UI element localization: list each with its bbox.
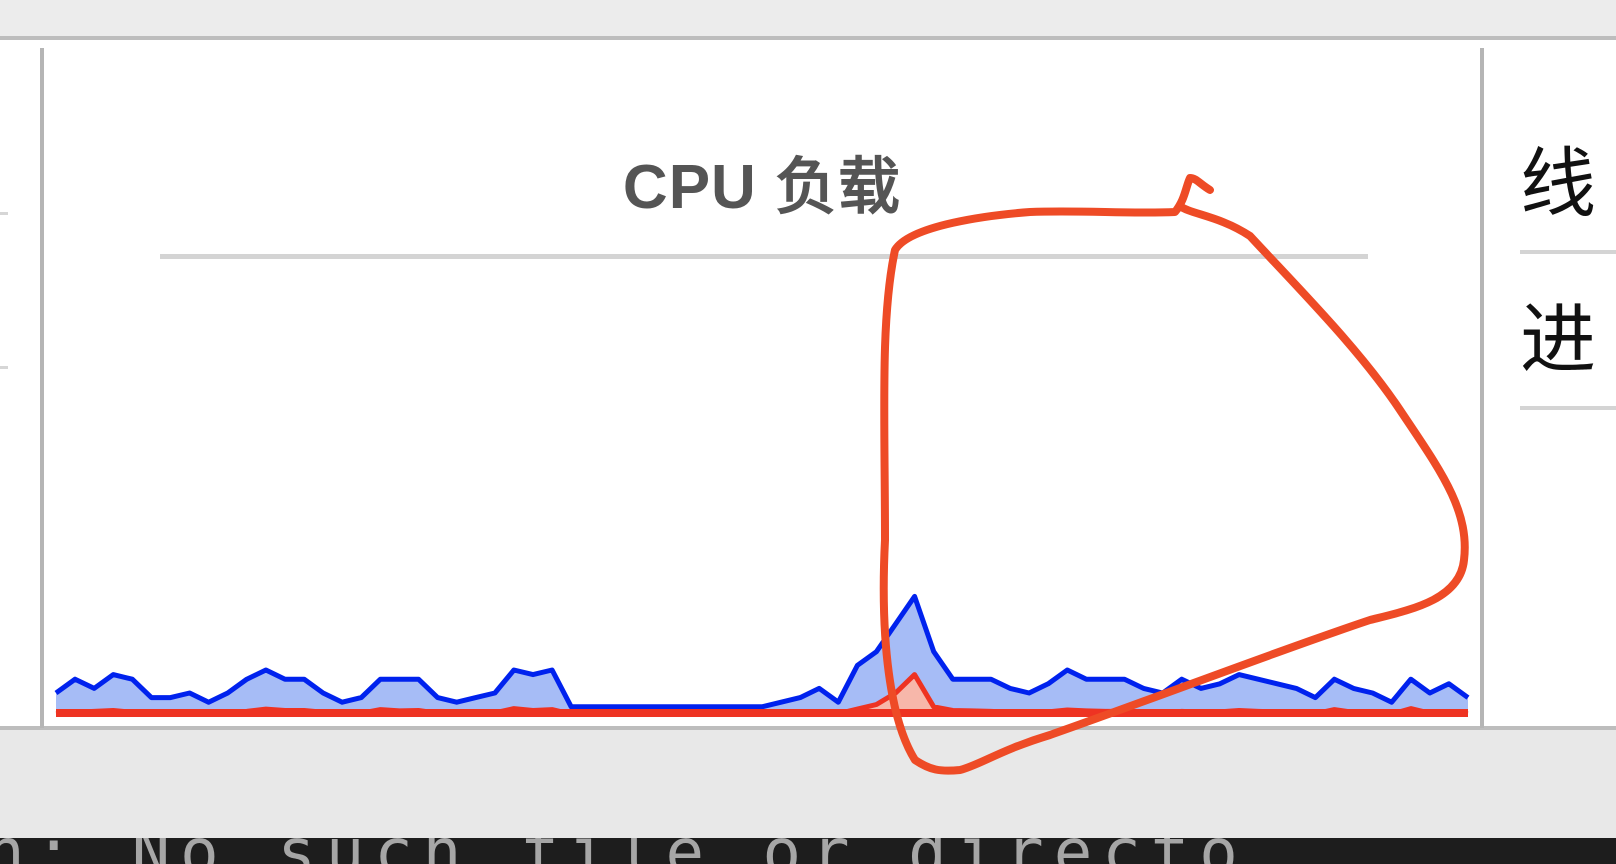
cpu-load-chart: [54, 174, 1470, 775]
terminal-text: n: No such file or directo: [0, 838, 1248, 864]
terminal-output: n: No such file or directo: [0, 838, 1616, 864]
